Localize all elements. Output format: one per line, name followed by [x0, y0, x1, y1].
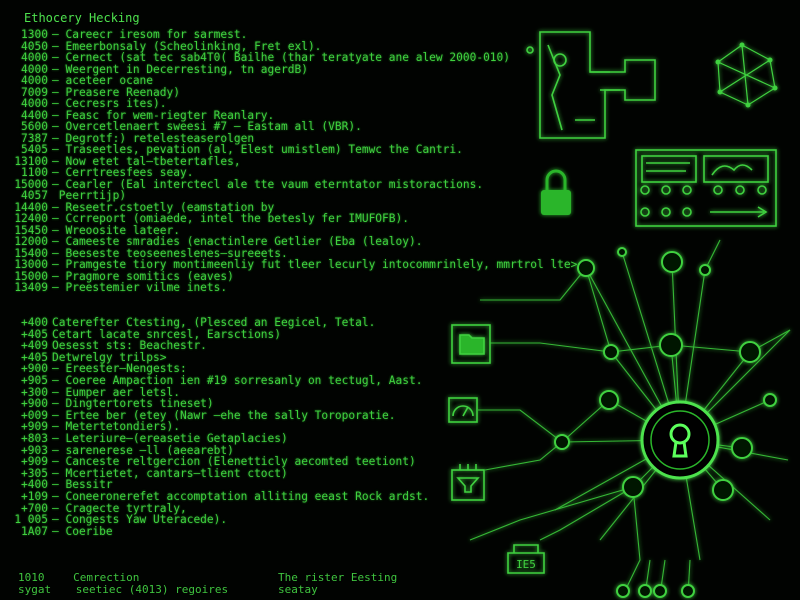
control-panel-icon [635, 149, 777, 227]
folder-icon [451, 324, 491, 364]
badge-label: IE5 [516, 558, 536, 571]
padlock-icon [541, 169, 571, 215]
badge-icon: IE5 [507, 544, 545, 574]
keyhole-icon [640, 400, 720, 480]
network-connections [469, 239, 791, 596]
circuit-panel-icon [526, 31, 656, 139]
filter-document-icon [451, 464, 485, 501]
geometric-node-icon [715, 42, 778, 108]
network-illustration: IE5 [448, 31, 791, 598]
network-node [577, 259, 595, 277]
gauge-icon [448, 397, 478, 423]
